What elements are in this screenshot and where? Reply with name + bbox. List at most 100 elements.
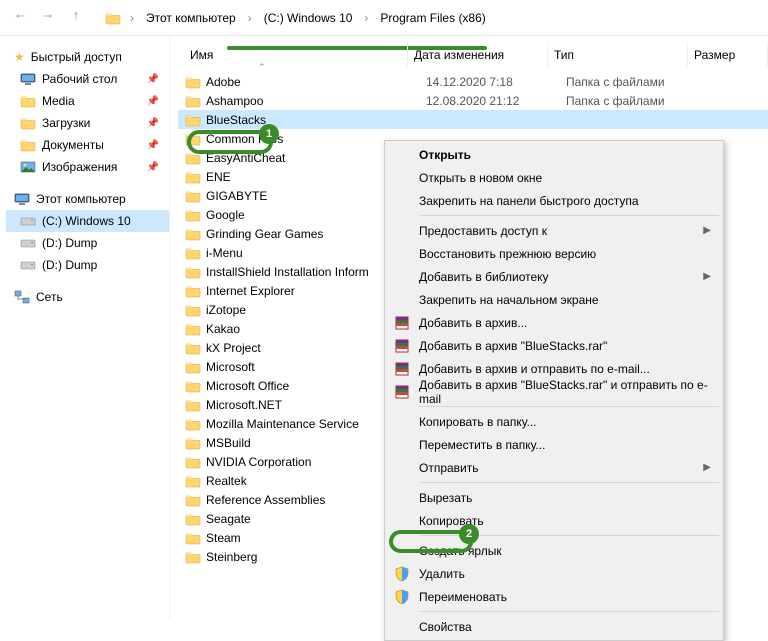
- folder-icon: [184, 189, 202, 203]
- context-menu-item[interactable]: Свойства: [387, 615, 721, 638]
- menu-label: Открыть: [419, 148, 471, 162]
- col-size[interactable]: Размер: [688, 42, 768, 68]
- sort-indicator-icon: ⌃: [258, 62, 266, 73]
- context-menu-item[interactable]: Добавить в библиотеку ▶: [387, 265, 721, 288]
- folder-icon: [184, 436, 202, 450]
- folder-icon: [184, 284, 202, 298]
- breadcrumb-folder[interactable]: Program Files (x86): [376, 9, 489, 27]
- file-type: Папка с файлами: [560, 94, 700, 108]
- context-menu-item[interactable]: Копировать в папку...: [387, 410, 721, 433]
- chevron-right-icon[interactable]: ›: [126, 11, 138, 25]
- sidebar-drive[interactable]: (D:) Dump: [6, 254, 169, 276]
- this-pc-label: Этот компьютер: [36, 192, 126, 206]
- chevron-right-icon: ▶: [703, 271, 711, 282]
- sidebar-item-label: Документы: [42, 138, 104, 152]
- address-bar: 🠔 🠖 🠕 › Этот компьютер › (C:) Windows 10…: [0, 0, 768, 36]
- menu-label: Предоставить доступ к: [419, 224, 547, 238]
- file-row[interactable]: BlueStacks: [178, 110, 768, 129]
- menu-label: Переименовать: [419, 590, 507, 604]
- pin-icon: 📌: [147, 162, 159, 173]
- monitor-icon: [20, 72, 36, 86]
- context-menu: Открыть Открыть в новом окне Закрепить на …: [384, 140, 724, 641]
- sidebar-item[interactable]: Загрузки📌: [6, 112, 169, 134]
- context-menu-item[interactable]: Вырезать: [387, 486, 721, 509]
- context-menu-item[interactable]: Предоставить доступ к▶: [387, 219, 721, 242]
- folder-icon: [20, 94, 36, 108]
- forward-button[interactable]: 🠖: [36, 6, 60, 30]
- back-button[interactable]: 🠔: [8, 6, 32, 30]
- col-date[interactable]: Дата изменения: [408, 42, 548, 68]
- sidebar-drive[interactable]: (D:) Dump: [6, 232, 169, 254]
- rar-icon: [393, 337, 411, 355]
- sidebar-item-label: Загрузки: [42, 116, 90, 130]
- context-menu-item[interactable]: Добавить в архив "BlueStacks.rar" и отпр…: [387, 380, 721, 403]
- context-menu-item[interactable]: Восстановить прежнюю версию: [387, 242, 721, 265]
- context-menu-item[interactable]: Закрепить на панели быстрого доступа: [387, 189, 721, 212]
- shield-icon: [393, 565, 411, 583]
- context-menu-item[interactable]: Открыть в новом окне: [387, 166, 721, 189]
- chevron-right-icon[interactable]: ›: [244, 11, 256, 25]
- context-menu-item[interactable]: Создать ярлык: [387, 539, 721, 562]
- sidebar-item-label: Media: [42, 94, 75, 108]
- context-menu-item[interactable]: Добавить в архив "BlueStacks.rar": [387, 334, 721, 357]
- pic-icon: [20, 160, 36, 174]
- menu-label: Вырезать: [419, 491, 472, 505]
- menu-label: Закрепить на панели быстрого доступа: [419, 194, 639, 208]
- context-menu-item[interactable]: Удалить: [387, 562, 721, 585]
- folder-icon: [104, 11, 122, 25]
- menu-label: Добавить в архив "BlueStacks.rar": [419, 339, 607, 353]
- context-menu-item[interactable]: Открыть: [387, 143, 721, 166]
- sidebar-item[interactable]: Рабочий стол📌: [6, 68, 169, 90]
- this-pc[interactable]: Этот компьютер: [6, 188, 169, 210]
- folder-icon: [184, 170, 202, 184]
- menu-label: Копировать в папку...: [419, 415, 537, 429]
- sidebar-item[interactable]: Документы📌: [6, 134, 169, 156]
- sidebar-item[interactable]: Media 📌: [6, 90, 169, 112]
- col-type[interactable]: Тип: [548, 42, 688, 68]
- menu-label: Копировать: [419, 514, 484, 528]
- file-date: 14.12.2020 7:18: [420, 75, 560, 89]
- folder-icon: [184, 322, 202, 336]
- sidebar-item-label: (C:) Windows 10: [42, 214, 131, 228]
- sidebar-item[interactable]: Изображения 📌: [6, 156, 169, 178]
- star-icon: ★: [14, 50, 25, 64]
- sidebar-drive[interactable]: (C:) Windows 10: [6, 210, 169, 232]
- folder-icon: [184, 265, 202, 279]
- file-date: 12.08.2020 21:12: [420, 94, 560, 108]
- breadcrumb-pc[interactable]: Этот компьютер: [142, 9, 240, 27]
- context-menu-item[interactable]: Переименовать: [387, 585, 721, 608]
- quick-access[interactable]: ★ Быстрый доступ: [6, 46, 169, 68]
- col-name[interactable]: Имя: [184, 42, 408, 68]
- sidebar-item-label: Изображения: [42, 160, 117, 174]
- pin-icon: 📌: [147, 96, 159, 107]
- context-menu-item[interactable]: Копировать: [387, 509, 721, 532]
- file-row[interactable]: Ashampoo12.08.2020 21:12Папка с файлами: [178, 91, 768, 110]
- context-menu-item[interactable]: Добавить в архив...: [387, 311, 721, 334]
- shield-icon: [393, 588, 411, 606]
- menu-label: Добавить в библиотеку: [419, 270, 549, 284]
- folder-icon: [184, 94, 202, 108]
- folder-icon: [184, 531, 202, 545]
- folder-icon: [184, 417, 202, 431]
- menu-separator: [419, 406, 719, 407]
- context-menu-item[interactable]: Закрепить на начальном экране: [387, 288, 721, 311]
- file-row[interactable]: Adobe14.12.2020 7:18Папка с файлами: [178, 72, 768, 91]
- chevron-right-icon[interactable]: ›: [360, 11, 372, 25]
- context-menu-item[interactable]: Переместить в папку...: [387, 433, 721, 456]
- menu-label: Добавить в архив "BlueStacks.rar" и отпр…: [419, 378, 721, 406]
- menu-label: Свойства: [419, 620, 472, 634]
- folder-icon: [184, 208, 202, 222]
- folder-icon: [184, 360, 202, 374]
- disk-icon: [20, 236, 36, 250]
- menu-separator: [419, 535, 719, 536]
- up-button[interactable]: 🠕: [64, 6, 88, 30]
- network[interactable]: Сеть: [6, 286, 169, 308]
- menu-label: Открыть в новом окне: [419, 171, 542, 185]
- menu-label: Создать ярлык: [419, 544, 502, 558]
- sidebar-item-label: (D:) Dump: [42, 236, 97, 250]
- folder-icon: [184, 246, 202, 260]
- breadcrumb-drive[interactable]: (C:) Windows 10: [260, 9, 357, 27]
- navigation-pane: ★ Быстрый доступ Рабочий стол📌 Media 📌 Загр…: [0, 36, 170, 619]
- folder-icon: [184, 151, 202, 165]
- context-menu-item[interactable]: Отправить▶: [387, 456, 721, 479]
